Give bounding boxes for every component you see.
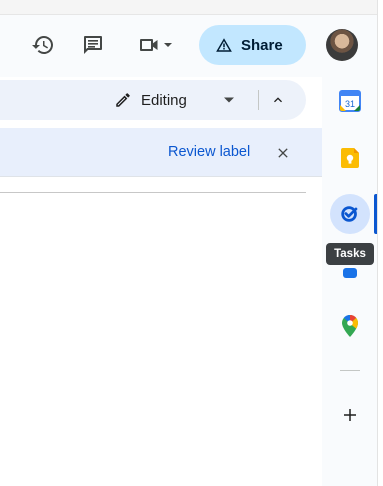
side-panel-divider bbox=[340, 370, 360, 371]
add-icon bbox=[344, 409, 356, 421]
chevron-up-icon bbox=[274, 97, 282, 103]
keep-button[interactable] bbox=[330, 138, 370, 178]
avatar[interactable] bbox=[326, 29, 358, 61]
review-label-link[interactable]: Review label bbox=[168, 144, 250, 160]
editing-mode-dropdown[interactable]: Editing bbox=[106, 84, 244, 116]
contacts-button[interactable] bbox=[330, 252, 370, 278]
video-call-icon bbox=[140, 39, 158, 51]
document-ruler-line bbox=[0, 192, 306, 193]
history-icon bbox=[32, 36, 53, 54]
docs-header: Share bbox=[0, 15, 383, 77]
keep-icon bbox=[341, 148, 359, 168]
document-canvas[interactable] bbox=[0, 178, 322, 486]
tasks-button[interactable] bbox=[330, 194, 370, 234]
get-add-ons-button[interactable] bbox=[330, 395, 370, 435]
calendar-icon: 31 bbox=[339, 90, 361, 112]
calendar-day-number: 31 bbox=[345, 99, 355, 109]
chevron-down-icon bbox=[164, 43, 172, 47]
calendar-button[interactable]: 31 bbox=[330, 81, 370, 121]
comment-icon bbox=[84, 36, 102, 54]
banner-close-button[interactable] bbox=[271, 141, 295, 165]
comments-button[interactable] bbox=[75, 27, 111, 63]
contacts-icon bbox=[343, 268, 357, 278]
maps-icon bbox=[342, 315, 358, 337]
review-label-banner: Review label bbox=[0, 128, 322, 177]
maps-button[interactable] bbox=[330, 306, 370, 346]
editing-mode-label: Editing bbox=[141, 91, 187, 109]
browser-top-strip bbox=[0, 0, 383, 15]
tasks-icon bbox=[341, 206, 358, 222]
active-indicator bbox=[374, 194, 377, 234]
lock-warning-icon bbox=[216, 38, 232, 52]
editing-toolbar: Editing bbox=[0, 80, 306, 120]
share-button[interactable]: Share bbox=[199, 25, 306, 65]
hide-menus-button[interactable] bbox=[264, 86, 292, 114]
version-history-button[interactable] bbox=[25, 27, 61, 63]
pencil-icon bbox=[116, 93, 130, 107]
dropdown-caret-icon bbox=[224, 97, 234, 103]
share-button-label: Share bbox=[241, 36, 283, 54]
meet-button[interactable] bbox=[130, 27, 180, 63]
toolbar-divider bbox=[258, 90, 259, 110]
side-panel-edge bbox=[377, 0, 383, 486]
close-icon bbox=[278, 148, 288, 158]
